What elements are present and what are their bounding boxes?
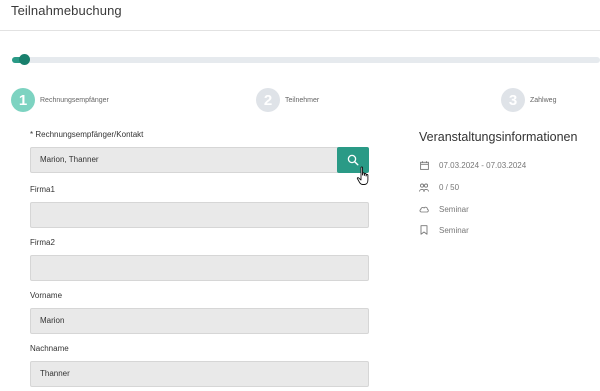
vorname-field[interactable]: Marion: [30, 308, 369, 334]
recipient-value: Marion, Thanner: [40, 155, 99, 164]
firma1-field[interactable]: [30, 202, 369, 228]
vorname-value: Marion: [40, 316, 65, 325]
step-rechnungsempfaenger[interactable]: 1 Rechnungsempfänger: [11, 88, 109, 112]
step-number: 2: [256, 88, 280, 112]
nachname-label: Nachname: [30, 344, 69, 353]
event-type-row: Seminar: [419, 203, 469, 215]
event-category: Seminar: [439, 225, 469, 235]
page-header: Teilnahmebuchung: [0, 0, 600, 31]
event-dates: 07.03.2024 - 07.03.2024: [439, 160, 527, 170]
step-label: Zahlweg: [530, 96, 557, 104]
step-number: 3: [501, 88, 525, 112]
cloud-icon: [419, 204, 429, 214]
event-category-row: Seminar: [419, 224, 469, 236]
step-label: Teilnehmer: [285, 96, 320, 104]
recipient-label: * Rechnungsempfänger/Kontakt: [30, 130, 144, 139]
bookmark-icon: [419, 225, 429, 235]
progress-handle[interactable]: [19, 54, 30, 65]
nachname-field[interactable]: Thanner: [30, 361, 369, 387]
event-type: Seminar: [439, 204, 469, 214]
calendar-icon: [419, 160, 429, 170]
step-teilnehmer[interactable]: 2 Teilnehmer: [256, 88, 319, 112]
nachname-value: Thanner: [40, 369, 70, 378]
hand-cursor-icon: [356, 166, 369, 185]
vorname-label: Vorname: [30, 291, 63, 300]
progress-bar: [12, 57, 600, 63]
event-participants: 0 / 50: [439, 182, 460, 192]
users-icon: [419, 182, 429, 192]
event-dates-row: 07.03.2024 - 07.03.2024: [419, 159, 526, 171]
firma2-label: Firma2: [30, 238, 55, 247]
recipient-field[interactable]: Marion, Thanner: [30, 147, 338, 173]
firma1-label: Firma1: [30, 185, 55, 194]
step-zahlweg[interactable]: 3 Zahlweg: [501, 88, 556, 112]
step-number: 1: [11, 88, 35, 112]
page-title: Teilnahmebuchung: [11, 3, 122, 18]
firma2-field[interactable]: [30, 255, 369, 281]
search-icon: [347, 154, 359, 166]
event-participants-row: 0 / 50: [419, 181, 459, 193]
step-label: Rechnungsempfänger: [40, 96, 109, 104]
event-info-title: Veranstaltungsinformationen: [419, 130, 578, 144]
